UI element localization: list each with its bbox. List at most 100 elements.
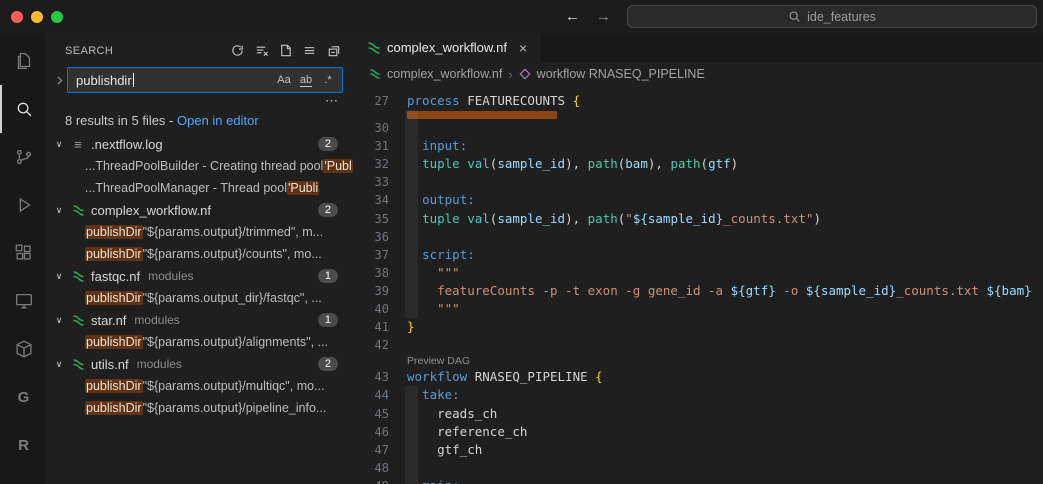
- match-suffix: "${params.output}/counts", mo...: [143, 247, 322, 261]
- minimize-window-button[interactable]: [31, 11, 43, 23]
- activity-source-control-button[interactable]: [0, 133, 45, 181]
- line-number[interactable]: 43: [355, 368, 399, 386]
- collapse-all-icon[interactable]: [326, 43, 341, 58]
- line-number[interactable]: 27: [355, 92, 399, 110]
- code-line-content[interactable]: [399, 228, 1043, 246]
- toggle-replace-button[interactable]: [51, 74, 67, 87]
- code-line-content[interactable]: [399, 336, 1043, 354]
- view-as-list-icon[interactable]: [302, 43, 317, 58]
- code-line-content[interactable]: output:: [399, 191, 1043, 209]
- code-line-content[interactable]: reference_ch: [399, 423, 1043, 441]
- search-result-file-row[interactable]: ∨≡.nextflow.log2: [45, 133, 355, 155]
- code-line-content[interactable]: script:: [399, 246, 1043, 264]
- zoom-window-button[interactable]: [51, 11, 63, 23]
- code-line-content[interactable]: tuple val(sample_id), path(bam), path(gt…: [399, 155, 1043, 173]
- toggle-search-details-button[interactable]: ⋯: [45, 93, 355, 106]
- text-cursor: [133, 73, 134, 87]
- code-line-content[interactable]: gtf_ch: [399, 441, 1043, 459]
- code-line-content[interactable]: reads_ch: [399, 405, 1043, 423]
- line-number[interactable]: 37: [355, 246, 399, 264]
- search-result-match-row[interactable]: publishDir "${params.output}/counts", mo…: [45, 243, 355, 265]
- search-result-match-row[interactable]: publishDir "${params.output}/pipeline_in…: [45, 397, 355, 419]
- search-result-match-row[interactable]: publishDir "${params.output}/trimmed", m…: [45, 221, 355, 243]
- refresh-icon[interactable]: [230, 43, 245, 58]
- code-line-content[interactable]: main:: [399, 477, 1043, 484]
- line-number[interactable]: 30: [355, 119, 399, 137]
- activity-search-button[interactable]: [0, 85, 45, 133]
- clear-results-icon[interactable]: [254, 43, 269, 58]
- back-button[interactable]: ←: [565, 8, 580, 25]
- match-case-toggle[interactable]: Aa: [274, 70, 294, 90]
- search-result-match-row[interactable]: ...ThreadPoolManager - Thread pool 'Publ…: [45, 177, 355, 199]
- activity-remote-explorer-button[interactable]: [0, 277, 45, 325]
- file-name: utils.nf: [91, 357, 129, 372]
- line-number[interactable]: 46: [355, 423, 399, 441]
- match-suffix: "${params.output}/pipeline_info...: [143, 401, 327, 415]
- code-line-content[interactable]: """: [399, 264, 1043, 282]
- command-center[interactable]: ide_features: [627, 5, 1037, 28]
- forward-button[interactable]: →: [596, 8, 611, 25]
- line-number[interactable]: 34: [355, 191, 399, 209]
- chevron-down-icon: ∨: [53, 139, 65, 150]
- regex-toggle[interactable]: .*: [318, 70, 338, 90]
- search-result-file-row[interactable]: ∨star.nfmodules1: [45, 309, 355, 331]
- line-number[interactable]: 39: [355, 282, 399, 300]
- gutter[interactable]: [355, 110, 399, 119]
- activity-gitlens-button[interactable]: G: [0, 373, 45, 421]
- search-result-file-row[interactable]: ∨utils.nfmodules2: [45, 353, 355, 375]
- line-number[interactable]: 35: [355, 210, 399, 228]
- activity-explorer-button[interactable]: [0, 37, 45, 85]
- code-line-content[interactable]: take:: [399, 386, 1043, 404]
- line-number[interactable]: 36: [355, 228, 399, 246]
- line-number[interactable]: 32: [355, 155, 399, 173]
- code-line-content[interactable]: workflow RNASEQ_PIPELINE {: [399, 368, 1043, 386]
- new-search-editor-icon[interactable]: [278, 43, 293, 58]
- activity-r-tools-button[interactable]: R: [0, 421, 45, 469]
- tab-bar: complex_workflow.nf ×: [355, 33, 1043, 62]
- line-number[interactable]: 33: [355, 173, 399, 191]
- line-number[interactable]: 38: [355, 264, 399, 282]
- code-line-content[interactable]: [399, 459, 1043, 477]
- search-result-match-row[interactable]: publishDir "${params.output_dir}/fastqc"…: [45, 287, 355, 309]
- code-line-content[interactable]: process FEATURECOUNTS {: [399, 92, 1043, 110]
- search-result-match-row[interactable]: ...ThreadPoolBuilder - Creating thread p…: [45, 155, 355, 177]
- close-tab-icon[interactable]: ×: [519, 40, 527, 56]
- line-number[interactable]: 42: [355, 336, 399, 354]
- search-result-match-row[interactable]: publishDir "${params.output}/multiqc", m…: [45, 375, 355, 397]
- line-number[interactable]: 45: [355, 405, 399, 423]
- code-line-content[interactable]: """: [399, 300, 1043, 318]
- file-description: modules: [137, 357, 182, 371]
- code-line-content[interactable]: featureCounts -p -t exon -g gene_id -a $…: [399, 282, 1043, 300]
- code-line-content[interactable]: }: [399, 318, 1043, 336]
- line-number[interactable]: 47: [355, 441, 399, 459]
- breadcrumb-symbol[interactable]: workflow RNASEQ_PIPELINE: [537, 67, 705, 81]
- code-line-content[interactable]: [399, 173, 1043, 191]
- line-number[interactable]: 44: [355, 386, 399, 404]
- search-input[interactable]: publishdir Aa ab .*: [67, 67, 343, 93]
- tab-complex-workflow[interactable]: complex_workflow.nf ×: [355, 33, 540, 62]
- activity-extensions-button[interactable]: [0, 229, 45, 277]
- close-window-button[interactable]: [11, 11, 23, 23]
- whole-word-toggle[interactable]: ab: [296, 70, 316, 90]
- search-result-file-row[interactable]: ∨fastqc.nfmodules1: [45, 265, 355, 287]
- search-result-file-row[interactable]: ∨complex_workflow.nf2: [45, 199, 355, 221]
- code-line-content[interactable]: input:: [399, 137, 1043, 155]
- activity-containers-button[interactable]: [0, 325, 45, 373]
- breadcrumb-file[interactable]: complex_workflow.nf: [387, 67, 502, 81]
- code-line: 38 """: [355, 264, 1043, 282]
- line-number[interactable]: 48: [355, 459, 399, 477]
- chevron-down-icon: ∨: [53, 271, 65, 282]
- line-number[interactable]: 49: [355, 477, 399, 484]
- open-in-editor-link[interactable]: Open in editor: [177, 113, 259, 128]
- codelens-preview-dag[interactable]: Preview DAG: [399, 354, 1043, 368]
- code-editor[interactable]: 27process FEATURECOUNTS {3031 input:32 t…: [355, 86, 1043, 484]
- search-panel: SEARCH publishdir: [45, 33, 355, 484]
- search-result-match-row[interactable]: publishDir "${params.output}/alignments"…: [45, 331, 355, 353]
- match-suffix: "${params.output}/multiqc", mo...: [143, 379, 325, 393]
- code-line-content[interactable]: tuple val(sample_id), path("${sample_id}…: [399, 210, 1043, 228]
- line-number[interactable]: 31: [355, 137, 399, 155]
- line-number[interactable]: 41: [355, 318, 399, 336]
- activity-run-debug-button[interactable]: [0, 181, 45, 229]
- line-number[interactable]: 40: [355, 300, 399, 318]
- code-line-content[interactable]: [399, 119, 1043, 137]
